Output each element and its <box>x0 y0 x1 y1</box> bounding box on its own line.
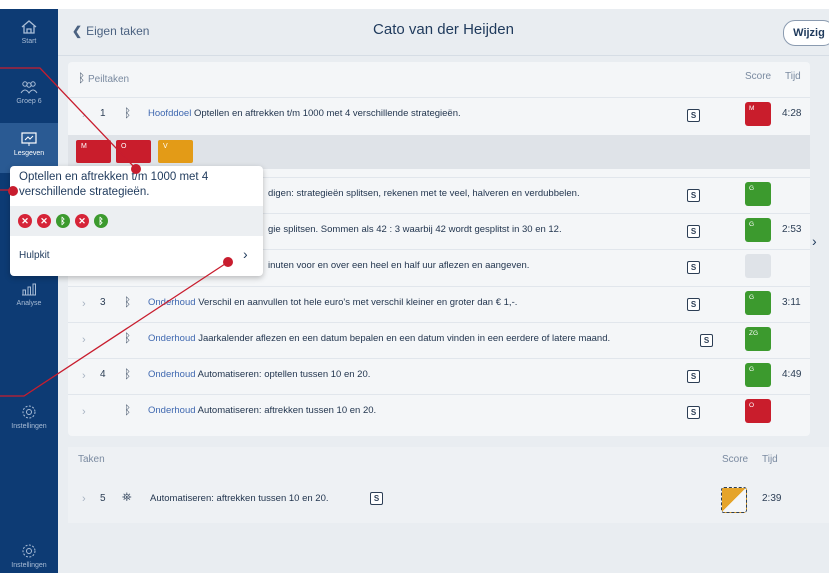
s-badge: S <box>687 406 700 419</box>
figure-icon: ᛒ <box>124 403 132 417</box>
peiltaken-header: ᛒ Peiltaken <box>78 71 130 85</box>
s-badge: S <box>687 189 700 202</box>
time-header: Tijd <box>785 71 801 82</box>
figure-icon: ᛒ <box>124 295 132 309</box>
taken-score-header: Score <box>722 454 749 465</box>
chevron-right-icon: › <box>82 298 86 310</box>
ipad-screen: Start Groep 6 Lesgeven Analyse Instellin… <box>0 9 829 573</box>
chevron-right-icon: › <box>82 109 86 121</box>
score-badge: ZG <box>745 327 771 351</box>
score-badge: O <box>745 399 771 423</box>
taken-time-header: Tijd <box>762 454 778 465</box>
figure-icon: ᛒ <box>124 106 132 120</box>
popup-title: Optellen en aftrekken t/m 1000 met 4 ver… <box>19 171 209 198</box>
hulpkit-label[interactable]: Hulpkit <box>19 250 50 261</box>
sidebar-item-start[interactable]: Start <box>0 19 58 45</box>
chip-v[interactable]: V <box>158 140 193 163</box>
sidebar-item-analyse[interactable]: Analyse <box>0 281 58 307</box>
figure-icon: ᛒ <box>124 331 132 345</box>
pass-icon: ᛒ <box>56 214 70 228</box>
figure-icon: ᛒ <box>78 71 86 85</box>
task-icon: ⛯ <box>122 490 132 504</box>
task-row[interactable]: › 4 ᛒ Onderhoud Automatiseren: optellen … <box>68 358 810 393</box>
next-arrow-icon[interactable]: › <box>812 233 817 249</box>
score-chips-row: M O V <box>68 135 810 169</box>
chevron-right-icon: › <box>82 406 86 418</box>
task-row[interactable]: › 3 ᛒ Onderhoud Verschil en aanvullen to… <box>68 286 810 321</box>
chevron-right-icon: › <box>82 334 86 346</box>
gear-icon <box>22 544 36 558</box>
s-badge: S <box>687 261 700 274</box>
home-icon <box>21 20 37 34</box>
chevron-right-icon: › <box>82 370 86 382</box>
top-bar: ❮ Eigen taken Cato van der Heijden Wijzig <box>58 9 829 56</box>
sidebar-item-instellingen[interactable]: Instellingen <box>0 404 58 430</box>
chip-m[interactable]: M <box>76 140 111 163</box>
s-badge: S <box>370 492 383 505</box>
score-badge: M <box>745 102 771 126</box>
group-icon <box>20 81 38 94</box>
callout-dot <box>131 164 141 174</box>
s-badge: S <box>687 370 700 383</box>
page-title: Cato van der Heijden <box>373 21 514 38</box>
s-badge: S <box>687 109 700 122</box>
s-badge: S <box>700 334 713 347</box>
task-row[interactable]: › ᛒ Onderhoud Jaarkalender aflezen en ee… <box>68 322 810 357</box>
score-badge: G <box>745 182 771 206</box>
edit-button[interactable]: Wijzig <box>783 20 829 46</box>
task-row[interactable]: › 1 ᛒ Hoofddoel Optellen en aftrekken t/… <box>68 97 810 132</box>
score-badge-empty <box>745 254 771 278</box>
chip-o[interactable]: O <box>116 140 151 163</box>
score-badge: G <box>745 291 771 315</box>
chart-icon <box>22 283 36 296</box>
taken-header: Taken <box>78 454 105 465</box>
gear-icon <box>22 405 36 419</box>
hulpkit-arrow-icon[interactable]: › <box>243 246 248 262</box>
score-badge: G <box>745 218 771 242</box>
score-badge: G <box>745 363 771 387</box>
s-badge: S <box>687 298 700 311</box>
taken-row[interactable]: › 5 ⛯ Automatiseren: aftrekken tussen 10… <box>68 481 829 519</box>
task-row[interactable]: › ᛒ Onderhoud Automatiseren: aftrekken t… <box>68 394 810 429</box>
score-badge-partial <box>721 487 747 513</box>
result-dots: ✕ ✕ ᛒ ✕ ᛒ <box>10 206 263 236</box>
fail-icon: ✕ <box>18 214 32 228</box>
lesson-icon <box>21 132 37 146</box>
chevron-right-icon: › <box>82 493 86 505</box>
fail-icon: ✕ <box>75 214 89 228</box>
callout-dot <box>223 257 233 267</box>
s-badge: S <box>687 225 700 238</box>
figure-icon: ᛒ <box>124 367 132 381</box>
callout-dot <box>8 186 18 196</box>
sidebar: Start Groep 6 Lesgeven Analyse Instellin… <box>0 9 58 573</box>
sidebar-item-group[interactable]: Groep 6 <box>0 79 58 105</box>
score-header: Score <box>745 71 772 82</box>
sidebar-item-instellingen-bottom[interactable]: Instellingen <box>0 543 58 569</box>
fail-icon: ✕ <box>37 214 51 228</box>
pass-icon: ᛒ <box>94 214 108 228</box>
